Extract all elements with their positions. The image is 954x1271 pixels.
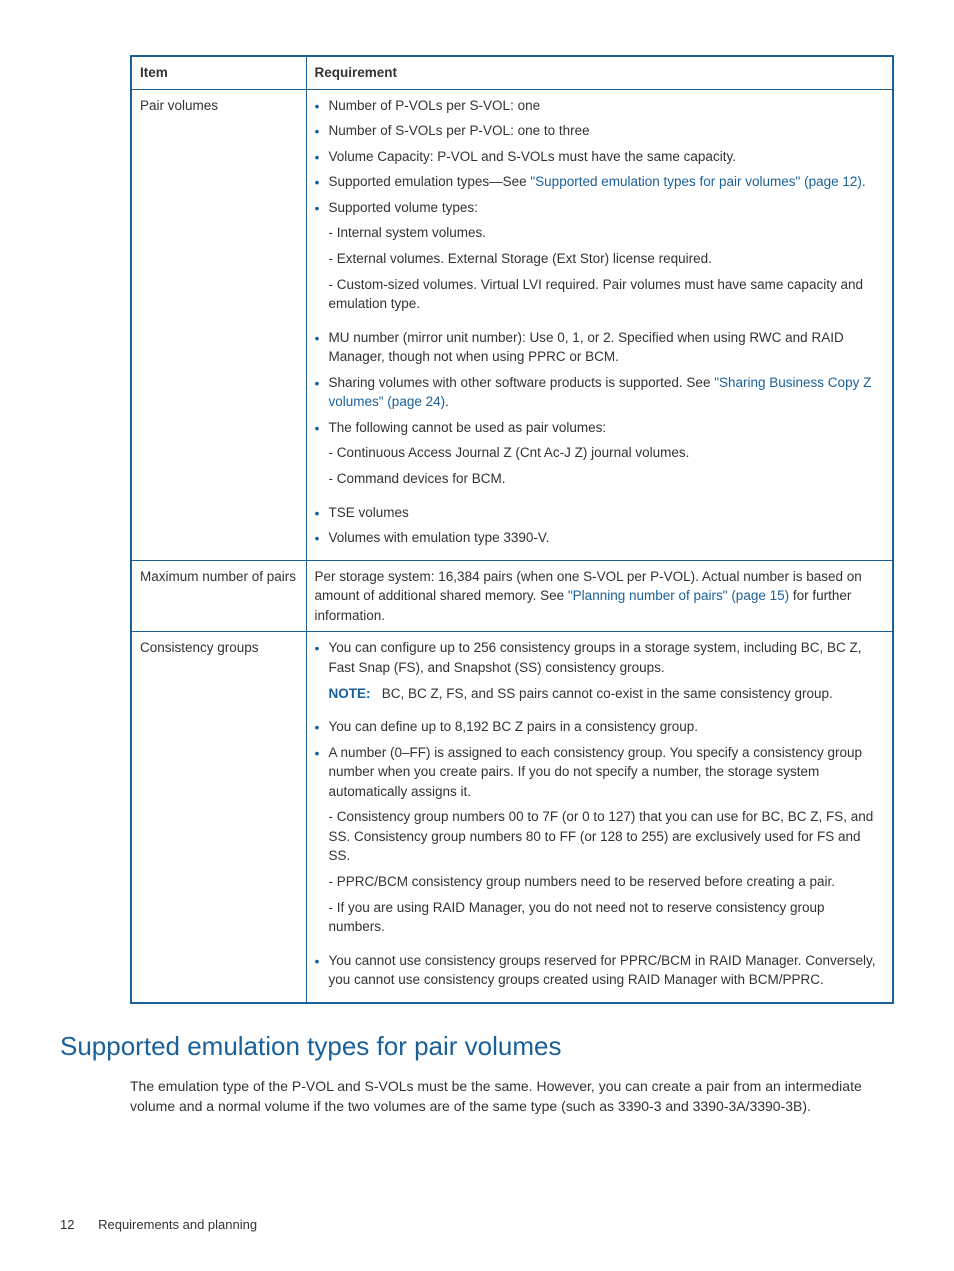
text-emu-pre: Supported emulation types—See — [329, 174, 531, 189]
text-sharing-post: . — [445, 394, 449, 409]
bullet-cannot-pair: The following cannot be used as pair vol… — [315, 418, 885, 438]
header-requirement: Requirement — [306, 56, 893, 89]
page-footer: 12 Requirements and planning — [60, 1216, 257, 1235]
bullet-sup-vol-types: Supported volume types: — [315, 198, 885, 218]
sub-external: - External volumes. External Storage (Ex… — [315, 249, 885, 269]
link-planning-pairs[interactable]: "Planning number of pairs" (page 15) — [568, 588, 789, 603]
note-label: NOTE: — [329, 686, 371, 701]
chapter-title: Requirements and planning — [98, 1217, 257, 1232]
page-number: 12 — [60, 1217, 74, 1232]
header-item: Item — [131, 56, 306, 89]
cell-req-pair-volumes: Number of P-VOLs per S-VOL: one Number o… — [306, 89, 893, 560]
bullet-vol-capacity: Volume Capacity: P-VOL and S-VOLs must h… — [315, 147, 885, 167]
row-pair-volumes: Pair volumes Number of P-VOLs per S-VOL:… — [131, 89, 893, 560]
row-max-pairs: Maximum number of pairs Per storage syst… — [131, 560, 893, 632]
requirements-table: Item Requirement Pair volumes Number of … — [130, 55, 894, 1004]
cell-req-consistency: You can configure up to 256 consistency … — [306, 632, 893, 1003]
bullet-3390v: Volumes with emulation type 3390-V. — [315, 528, 885, 548]
row-consistency: Consistency groups You can configure up … — [131, 632, 893, 1003]
sub-cajz: - Continuous Access Journal Z (Cnt Ac-J … — [315, 443, 885, 463]
sub-cg-range: - Consistency group numbers 00 to 7F (or… — [315, 807, 885, 866]
bullet-cg-reserved: You cannot use consistency groups reserv… — [315, 951, 885, 990]
sub-custom: - Custom-sized volumes. Virtual LVI requ… — [315, 275, 885, 314]
cell-req-max-pairs: Per storage system: 16,384 pairs (when o… — [306, 560, 893, 632]
note-text: BC, BC Z, FS, and SS pairs cannot co-exi… — [382, 686, 833, 701]
bullet-mu-number: MU number (mirror unit number): Use 0, 1… — [315, 328, 885, 367]
bullet-pvol-per-svol: Number of P-VOLs per S-VOL: one — [315, 96, 885, 116]
sub-cmd: - Command devices for BCM. — [315, 469, 885, 489]
cell-item-consistency: Consistency groups — [131, 632, 306, 1003]
bullet-cg-256: You can configure up to 256 consistency … — [315, 638, 885, 677]
bullet-sharing: Sharing volumes with other software prod… — [315, 373, 885, 412]
sub-cg-pprc: - PPRC/BCM consistency group numbers nee… — [315, 872, 885, 892]
sub-cg-raid: - If you are using RAID Manager, you do … — [315, 898, 885, 937]
text-sharing-pre: Sharing volumes with other software prod… — [329, 375, 715, 390]
note-line: NOTE: BC, BC Z, FS, and SS pairs cannot … — [315, 684, 885, 704]
cell-item-max-pairs: Maximum number of pairs — [131, 560, 306, 632]
cell-item-pair-volumes: Pair volumes — [131, 89, 306, 560]
bullet-cg-number: A number (0–FF) is assigned to each cons… — [315, 743, 885, 802]
link-emulation-types[interactable]: "Supported emulation types for pair volu… — [530, 174, 862, 189]
section-heading: Supported emulation types for pair volum… — [60, 1028, 894, 1066]
text-emu-post: . — [862, 174, 866, 189]
section-paragraph: The emulation type of the P-VOL and S-VO… — [130, 1076, 894, 1117]
bullet-tse: TSE volumes — [315, 503, 885, 523]
bullet-svol-per-pvol: Number of S-VOLs per P-VOL: one to three — [315, 121, 885, 141]
bullet-emulation-types: Supported emulation types—See "Supported… — [315, 172, 885, 192]
bullet-cg-8192: You can define up to 8,192 BC Z pairs in… — [315, 717, 885, 737]
sub-internal: - Internal system volumes. — [315, 223, 885, 243]
